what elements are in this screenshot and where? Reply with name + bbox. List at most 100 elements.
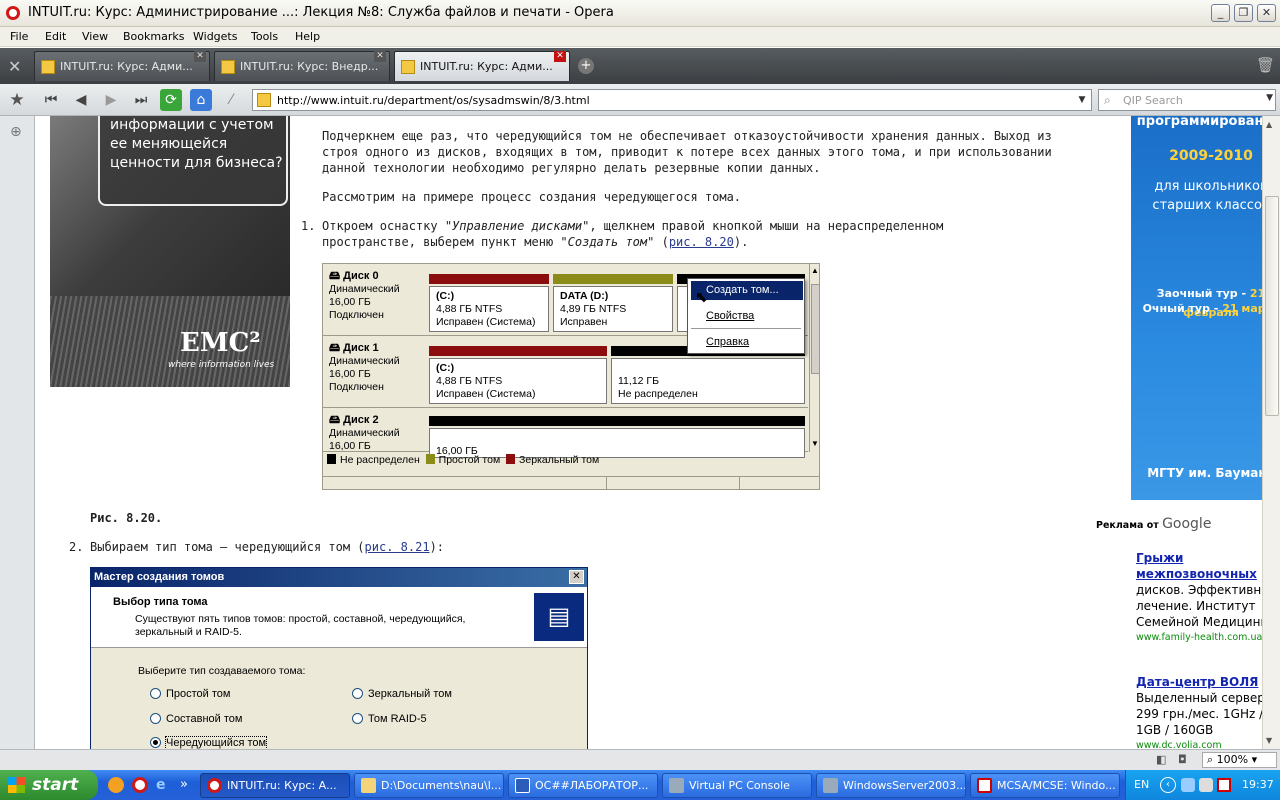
maximize-button[interactable]: ❐ (1234, 4, 1253, 22)
emc-ad-banner[interactable]: информации с учетом ее меняющейся ценнос… (50, 116, 290, 387)
tray-expand-icon[interactable]: ‹ (1160, 777, 1176, 793)
favicon-icon (41, 60, 55, 74)
star-icon[interactable]: ★ (6, 89, 28, 111)
menu-widgets[interactable]: Widgets (193, 30, 237, 43)
figure-statusbar (323, 476, 819, 489)
volume-data-d[interactable]: DATA (D:) 4,89 ГБ NTFS Исправен (553, 274, 673, 332)
olympiad-ad-banner[interactable]: программированию 2009-2010 для школьнико… (1131, 116, 1262, 500)
volume-c-disk1[interactable]: (C:) 4,88 ГБ NTFS Исправен (Система) (429, 346, 607, 404)
wizard-description: Существуют пять типов томов: простой, со… (135, 613, 466, 638)
ad-url[interactable]: www.family-health.com.ua (1136, 630, 1262, 646)
forward-icon[interactable]: ▶ (100, 89, 122, 111)
radio-striped-volume[interactable]: Чередующийся том (150, 736, 268, 749)
menu-view[interactable]: View (82, 30, 108, 43)
menu-item-help[interactable]: Справка (691, 333, 803, 352)
new-tab-icon[interactable]: + (578, 58, 594, 74)
menu-help[interactable]: Help (295, 30, 320, 43)
hdd-icon: 🖴 (329, 414, 344, 426)
chevron-down-icon[interactable]: ▼ (1266, 93, 1273, 103)
chevron-down-icon[interactable]: ▼ (1075, 92, 1089, 108)
taskbar: start e » INTUIT.ru: Курс: А... D:\Docum… (0, 770, 1280, 800)
radio-icon (150, 688, 161, 699)
minimize-button[interactable]: _ (1211, 4, 1230, 22)
address-bar[interactable]: http://www.intuit.ru/department/os/sysad… (252, 89, 1092, 111)
menu-tools[interactable]: Tools (251, 30, 278, 43)
ad-title[interactable]: Грыжи межпозвоночных (1136, 550, 1262, 582)
radio-mirror-volume[interactable]: Зеркальный том (352, 688, 452, 700)
google-ad-2[interactable]: Дата-центр ВОЛЯ Выделенный сервер за 299… (1136, 674, 1262, 749)
tab-2[interactable]: INTUIT.ru: Курс: Внедр... ✕ (214, 51, 390, 81)
taskbar-word[interactable]: ОС##ЛАБОРАТОР... (508, 773, 658, 798)
mirror-volume-bar (429, 274, 549, 284)
home-icon[interactable]: ⌂ (190, 89, 212, 111)
ie-icon[interactable]: e (156, 777, 172, 793)
start-button[interactable]: start (0, 770, 98, 800)
reload-icon[interactable]: ⟳ (160, 89, 182, 111)
taskbar-folder[interactable]: D:\Documents\nau\l... (354, 773, 504, 798)
antivirus-icon[interactable] (1217, 778, 1231, 792)
emc-logo: EMC² (180, 328, 261, 358)
panel-toggle-icon[interactable]: ◧ (1156, 753, 1166, 766)
disk-management-figure: 🖴 Диск 0 Динамический 16,00 ГБ Подключен… (322, 263, 820, 490)
menu-item-properties[interactable]: Свойства (691, 307, 803, 326)
step-1-emphasis-1: Управление дисками (452, 219, 583, 233)
ad-url[interactable]: www.dc.volia.com (1136, 738, 1262, 749)
tab-close-icon[interactable]: ✕ (194, 51, 206, 62)
radio-simple-volume[interactable]: Простой том (150, 688, 230, 700)
figure-8-20-link[interactable]: рис. 8.20 (669, 235, 734, 249)
menu-item-create-volume[interactable]: Создать том... (691, 281, 803, 300)
taskbar-pdf[interactable]: MCSA/MCSE: Windo... (970, 773, 1120, 798)
back-icon[interactable]: ◀ (70, 89, 92, 111)
taskbar-opera[interactable]: INTUIT.ru: Курс: А... (200, 773, 350, 798)
show-desktop-icon[interactable]: » (180, 777, 196, 793)
fast-forward-icon[interactable]: ⏭ (130, 89, 152, 111)
tab-label: INTUIT.ru: Курс: Адми... (420, 60, 553, 73)
rewind-icon[interactable]: ⏮ (40, 89, 62, 111)
tab-3[interactable]: INTUIT.ru: Курс: Адми... ✕ (394, 51, 570, 81)
volume-c-disk0[interactable]: (C:) 4,88 ГБ NTFS Исправен (Система) (429, 274, 549, 332)
menu-file[interactable]: File (10, 30, 28, 43)
trash-icon[interactable]: 🗑 (1256, 56, 1275, 74)
radio-icon (352, 713, 363, 724)
tools-icon[interactable]: ✕ (8, 57, 21, 76)
opera-icon[interactable] (132, 777, 148, 793)
taskbar-virtualpc[interactable]: Virtual PC Console (662, 773, 812, 798)
google-logo: Google (1162, 516, 1212, 532)
radio-raid5-volume[interactable]: Том RAID-5 (352, 713, 427, 725)
wand-icon[interactable]: ⁄ (220, 89, 242, 111)
taskbar-windowsserver[interactable]: WindowsServer2003... (816, 773, 966, 798)
tab-close-icon[interactable]: ✕ (554, 51, 566, 62)
camera-icon[interactable]: ◘ (1178, 753, 1187, 766)
volume-icon[interactable] (1199, 778, 1213, 792)
menu-bar: File Edit View Bookmarks Widgets Tools H… (0, 27, 1280, 47)
tab-close-icon[interactable]: ✕ (374, 51, 386, 62)
page-scrollbar[interactable]: ▲ ▼ (1262, 116, 1280, 749)
radio-spanned-volume[interactable]: Составной том (150, 713, 242, 725)
scroll-up-icon[interactable]: ▲ (1266, 120, 1272, 129)
add-panel-icon[interactable]: ⊕ (10, 124, 22, 140)
scroll-thumb[interactable] (1265, 196, 1279, 416)
google-ad-1[interactable]: Грыжи межпозвоночных дисков. Эффективное… (1136, 550, 1262, 646)
page-content: информации с учетом ее меняющейся ценнос… (36, 116, 1262, 749)
firefox-icon[interactable] (108, 777, 124, 793)
search-field[interactable]: ⌕ QIP Search ▼ (1098, 89, 1276, 111)
step-1-text: Откроем оснастку "Управление дисками", щ… (322, 219, 944, 249)
menu-bookmarks[interactable]: Bookmarks (123, 30, 184, 43)
menu-edit[interactable]: Edit (45, 30, 66, 43)
ad-title[interactable]: Дата-центр ВОЛЯ (1136, 674, 1262, 690)
unallocated-disk1[interactable]: 11,12 ГБ Не распределен (611, 346, 805, 404)
scroll-down-icon[interactable]: ▼ (1266, 736, 1272, 745)
wizard-heading: Выбор типа тома (113, 596, 208, 608)
opera-logo-icon (6, 6, 20, 20)
language-indicator[interactable]: EN (1134, 778, 1149, 791)
close-window-button[interactable]: ✕ (1257, 4, 1276, 22)
figure-8-21-link[interactable]: рис. 8.21 (365, 540, 430, 554)
tab-1[interactable]: INTUIT.ru: Курс: Адми... ✕ (34, 51, 210, 81)
figure-scrollbar: ▲ ▼ (809, 264, 819, 452)
figure-caption: Рис. 8.20. (90, 511, 163, 525)
wizard-title: Мастер создания томов (91, 568, 587, 587)
zoom-control[interactable]: ⌕ 100% ▾ (1202, 752, 1277, 768)
ad-years: 2009-2010 (1169, 148, 1253, 164)
network-icon[interactable] (1181, 778, 1195, 792)
wizard-close-icon[interactable]: ✕ (569, 570, 584, 584)
